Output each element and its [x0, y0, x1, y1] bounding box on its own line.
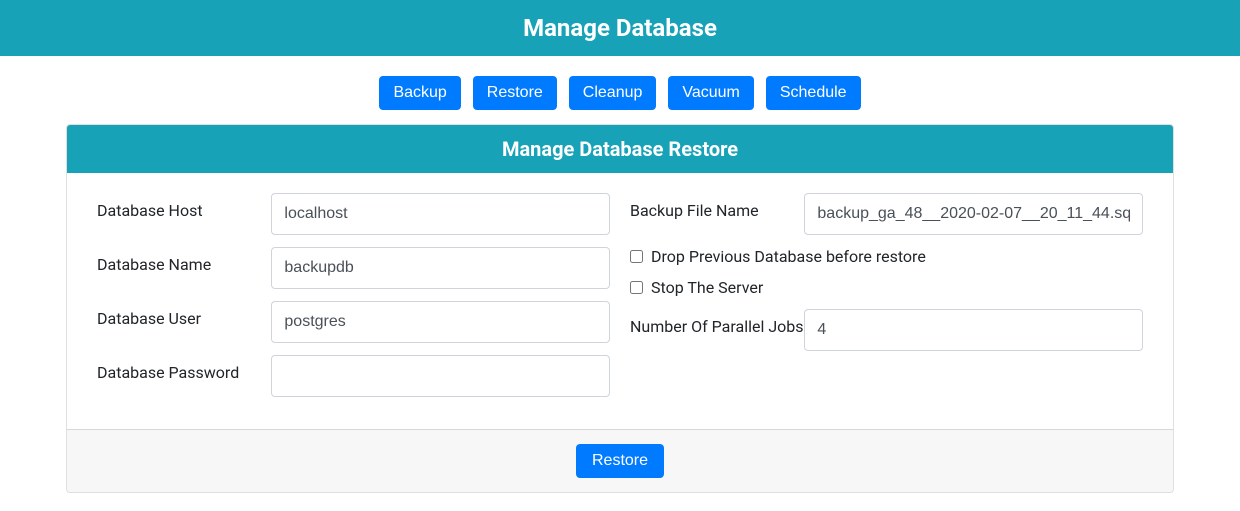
db-password-input[interactable] — [271, 355, 610, 397]
panel-body: Database Host Database Name Database Use… — [67, 173, 1173, 429]
backup-file-label: Backup File Name — [630, 193, 804, 220]
panel-title: Manage Database Restore — [67, 125, 1173, 173]
panel-footer: Restore — [67, 429, 1173, 492]
db-password-label: Database Password — [97, 355, 271, 382]
drop-previous-check-row: Drop Previous Database before restore — [630, 247, 1143, 266]
drop-previous-label: Drop Previous Database before restore — [651, 247, 926, 266]
db-user-input[interactable] — [271, 301, 610, 343]
parallel-jobs-label: Number Of Parallel Jobs — [630, 309, 804, 336]
db-name-input[interactable] — [271, 247, 610, 289]
db-host-input[interactable] — [271, 193, 610, 235]
page-title: Manage Database — [0, 0, 1240, 56]
restore-button[interactable]: Restore — [576, 444, 664, 478]
right-column: Backup File Name Drop Previous Database … — [620, 193, 1153, 409]
tab-cleanup[interactable]: Cleanup — [569, 76, 657, 110]
drop-previous-checkbox[interactable] — [630, 250, 643, 263]
tab-backup[interactable]: Backup — [379, 76, 460, 110]
restore-panel: Manage Database Restore Database Host Da… — [66, 124, 1174, 493]
tab-schedule[interactable]: Schedule — [766, 76, 861, 110]
db-name-label: Database Name — [97, 247, 271, 274]
db-host-label: Database Host — [97, 193, 271, 220]
tab-restore[interactable]: Restore — [473, 76, 557, 110]
db-user-label: Database User — [97, 301, 271, 328]
tab-row: Backup Restore Cleanup Vacuum Schedule — [0, 56, 1240, 124]
parallel-jobs-input[interactable] — [804, 309, 1143, 351]
left-column: Database Host Database Name Database Use… — [87, 193, 620, 409]
stop-server-check-row: Stop The Server — [630, 278, 1143, 297]
tab-vacuum[interactable]: Vacuum — [668, 76, 754, 110]
stop-server-label: Stop The Server — [651, 278, 763, 297]
stop-server-checkbox[interactable] — [630, 281, 643, 294]
backup-file-input[interactable] — [804, 193, 1143, 235]
